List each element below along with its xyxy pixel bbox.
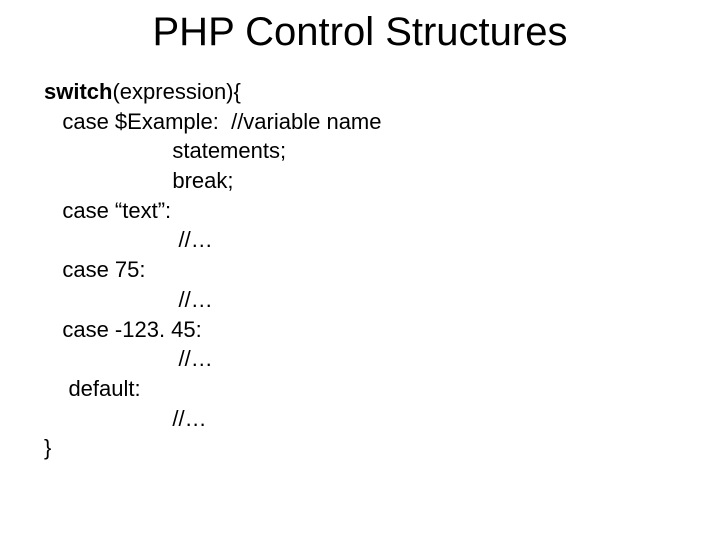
code-line-3: statements; xyxy=(44,136,720,166)
code-line-1: switch(expression){ xyxy=(44,77,720,107)
code-line-7: case 75: xyxy=(44,255,720,285)
code-line-9: case -123. 45: xyxy=(44,315,720,345)
code-text: (expression){ xyxy=(112,79,240,104)
switch-keyword: switch xyxy=(44,79,112,104)
code-line-11: default: xyxy=(44,374,720,404)
code-line-4: break; xyxy=(44,166,720,196)
code-line-13: } xyxy=(44,433,720,463)
code-line-10: //… xyxy=(44,344,720,374)
code-line-5: case “text”: xyxy=(44,196,720,226)
slide: PHP Control Structures switch(expression… xyxy=(0,0,720,540)
code-line-8: //… xyxy=(44,285,720,315)
code-line-6: //… xyxy=(44,225,720,255)
page-title: PHP Control Structures xyxy=(0,0,720,55)
code-line-12: //… xyxy=(44,404,720,434)
code-block: switch(expression){ case $Example: //var… xyxy=(0,55,720,463)
code-line-2: case $Example: //variable name xyxy=(44,107,720,137)
